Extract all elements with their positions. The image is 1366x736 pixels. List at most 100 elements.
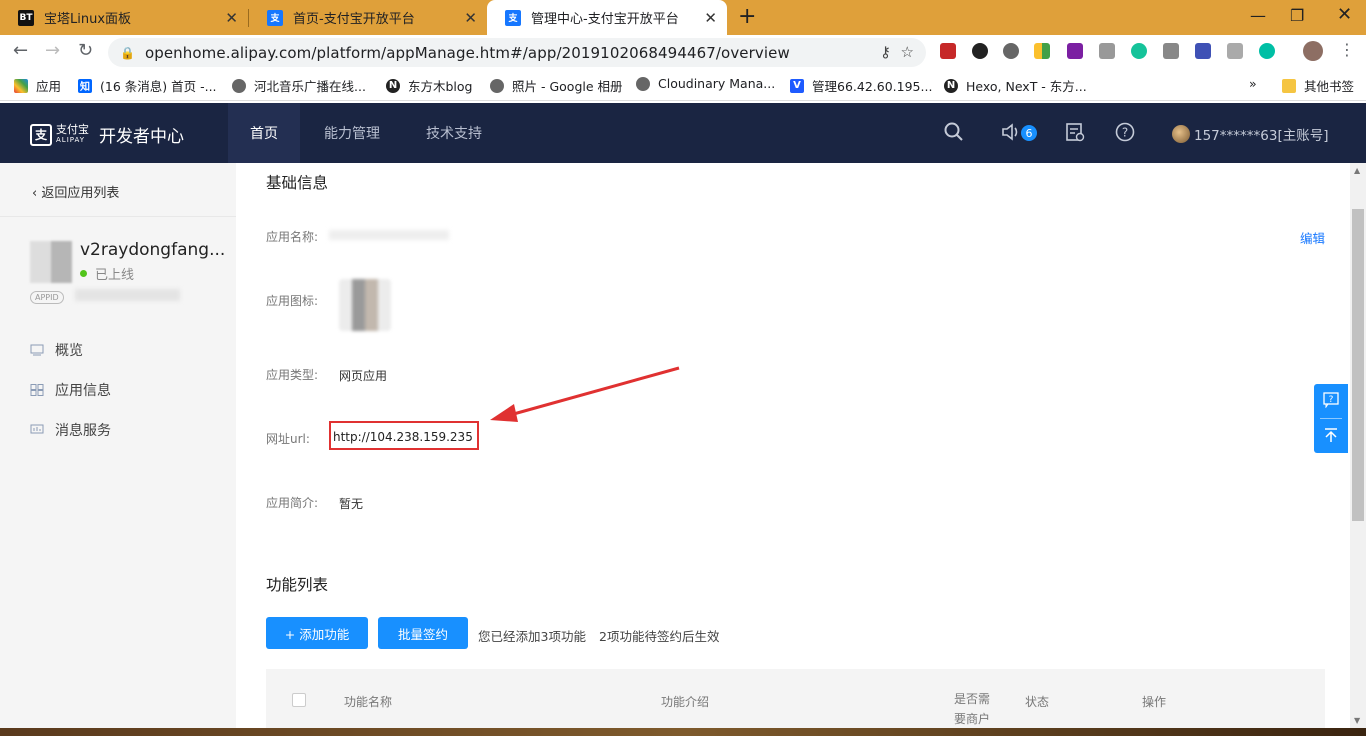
globe-icon <box>636 76 650 91</box>
extension-icon[interactable] <box>1067 43 1083 59</box>
url-highlight-box: http://104.238.159.235 <box>329 421 479 450</box>
back-to-app-list[interactable]: ‹ 返回应用列表 <box>32 182 119 201</box>
browser-tabstrip: BT 宝塔Linux面板 ✕ 支 首页-支付宝开放平台 ✕ 支 管理中心-支付宝… <box>0 0 1366 35</box>
account-menu[interactable]: 157******63[主账号] <box>1172 124 1328 144</box>
bookmark-other[interactable]: 其他书签 <box>1282 76 1354 95</box>
pending-sign-note: 2项功能待签约后生效 <box>599 629 720 644</box>
extension-icon[interactable] <box>972 43 988 59</box>
extension-icon[interactable] <box>1259 43 1275 59</box>
bookmark-blog[interactable]: N 东方木blog <box>386 76 473 95</box>
alipay-logo[interactable]: 支 支付宝 ALIPAY 开发者中心 <box>30 122 184 147</box>
bookmark-label: 东方木blog <box>408 79 473 94</box>
sidebar-item-overview[interactable]: 概览 <box>30 340 83 360</box>
back-arrow-icon[interactable]: ← <box>13 40 28 61</box>
status-dot-icon <box>80 270 87 277</box>
close-icon[interactable]: ✕ <box>704 9 717 27</box>
nav-home[interactable]: 首页 <box>228 103 300 163</box>
extension-icon[interactable] <box>1034 43 1050 59</box>
extension-icon[interactable] <box>1163 43 1179 59</box>
maximize-icon[interactable]: ❐ <box>1290 6 1304 25</box>
bookmark-radio[interactable]: 河北音乐广播在线... <box>232 76 366 95</box>
notion-icon: N <box>944 78 958 93</box>
bookmark-label: Cloudinary Mana... <box>658 76 776 91</box>
sidebar: ‹ 返回应用列表 v2raydongfang... 已上线 APPID 概览 应… <box>0 163 236 736</box>
bookmark-photos[interactable]: 照片 - Google 相册 <box>490 76 623 95</box>
nav-support[interactable]: 技术支持 <box>426 103 482 163</box>
search-icon[interactable] <box>944 122 964 147</box>
column-header: 功能名称 <box>344 695 393 709</box>
feedback-icon[interactable]: ? <box>1323 392 1339 412</box>
menu-kebab-icon[interactable]: ⋮ <box>1339 40 1355 59</box>
tab-label: 宝塔Linux面板 <box>44 12 132 27</box>
alipay-logo-icon: 支 <box>30 123 52 146</box>
address-bar[interactable]: 🔒 openhome.alipay.com/platform/appManage… <box>108 38 926 67</box>
edit-link[interactable]: 编辑 <box>1300 228 1325 247</box>
extension-icon[interactable] <box>1131 43 1147 59</box>
sidebar-item-message[interactable]: 消息服务 <box>30 420 111 440</box>
lock-icon: 🔒 <box>120 45 135 60</box>
batch-sign-button[interactable]: 批量签约 <box>378 617 468 649</box>
add-feature-button[interactable]: + 添加功能 <box>266 617 368 649</box>
close-icon[interactable]: ✕ <box>225 9 238 27</box>
bookmark-label: 管理66.42.60.195... <box>812 79 933 94</box>
app-name-label: 应用名称: <box>266 230 319 244</box>
speaker-icon[interactable] <box>1000 122 1020 147</box>
key-star-icons[interactable]: ⚷ ☆ <box>880 43 914 61</box>
document-icon[interactable] <box>1065 122 1085 147</box>
select-all-checkbox[interactable] <box>292 693 306 707</box>
window-close-icon[interactable]: ✕ <box>1337 4 1352 25</box>
notification-badge: 6 <box>1021 125 1037 141</box>
basic-info-title: 基础信息 <box>266 174 329 192</box>
scroll-down-icon[interactable]: ▼ <box>1354 716 1360 725</box>
extension-icon[interactable] <box>1195 43 1211 59</box>
reload-icon[interactable]: ↻ <box>78 40 93 61</box>
bookmark-vultr[interactable]: V 管理66.42.60.195... <box>790 76 932 95</box>
bookmark-label: 照片 - Google 相册 <box>512 79 623 94</box>
avatar <box>1172 125 1190 143</box>
bookmark-label: 其他书签 <box>1304 79 1355 94</box>
apps-grid-icon <box>14 78 28 93</box>
new-tab-icon[interactable]: + <box>738 4 756 29</box>
minimize-icon[interactable]: — <box>1250 6 1266 25</box>
bookmark-label: 河北音乐广播在线... <box>254 79 366 94</box>
bookmark-zhihu[interactable]: 知 (16 条消息) 首页 -... <box>78 76 217 95</box>
bookmarks-bar: 应用 知 (16 条消息) 首页 -... 河北音乐广播在线... N 东方木b… <box>0 70 1366 101</box>
tab-alipay-manage[interactable]: 支 管理中心-支付宝开放平台 ✕ <box>487 0 727 35</box>
app-avatar <box>30 241 72 283</box>
annotation-arrow <box>490 366 680 422</box>
extension-icon[interactable] <box>1099 43 1115 59</box>
grid-icon <box>30 384 44 396</box>
extension-icon[interactable] <box>1003 43 1019 59</box>
scroll-up-icon[interactable]: ▲ <box>1354 166 1360 175</box>
globe-icon <box>490 78 504 93</box>
extension-icon[interactable] <box>940 43 956 59</box>
tab-bt-panel[interactable]: BT 宝塔Linux面板 ✕ <box>0 0 248 35</box>
nav-capability[interactable]: 能力管理 <box>324 103 380 163</box>
app-icon-image <box>339 279 391 331</box>
column-header: 是否需要商户 <box>954 692 991 726</box>
app-header: 支 支付宝 ALIPAY 开发者中心 首页 能力管理 技术支持 ? 157****… <box>0 103 1366 163</box>
forward-arrow-icon[interactable]: → <box>45 40 60 61</box>
tab-alipay-home[interactable]: 支 首页-支付宝开放平台 ✕ <box>249 0 487 35</box>
help-icon[interactable]: ? <box>1115 122 1135 147</box>
profile-avatar[interactable] <box>1303 41 1323 61</box>
extension-icon[interactable] <box>1227 43 1243 59</box>
url-text: openhome.alipay.com/platform/appManage.h… <box>144 43 790 62</box>
url-value: http://104.238.159.235 <box>333 430 473 444</box>
intro-value: 暂无 <box>339 497 364 511</box>
feature-count-note: 您已经添加3项功能 <box>478 629 586 644</box>
bookmark-label: 应用 <box>36 79 62 94</box>
close-icon[interactable]: ✕ <box>464 9 477 27</box>
bookmark-apps[interactable]: 应用 <box>14 76 61 95</box>
bookmark-hexo[interactable]: N Hexo, NexT - 东方... <box>944 76 1087 95</box>
svg-text:?: ? <box>1329 395 1334 405</box>
scrollbar-thumb[interactable] <box>1352 209 1364 521</box>
bookmarks-overflow-icon[interactable]: » <box>1249 76 1257 91</box>
page-scrollbar[interactable]: ▲ ▼ <box>1350 163 1366 736</box>
bt-favicon-icon: BT <box>18 9 34 26</box>
bookmark-cloudinary[interactable]: Cloudinary Mana... <box>636 76 775 91</box>
back-to-top-icon[interactable] <box>1323 427 1339 447</box>
appid-value-redacted <box>75 289 180 301</box>
sidebar-item-app-info[interactable]: 应用信息 <box>30 380 111 400</box>
logo-wordmark: 支付宝 ALIPAY <box>56 122 89 144</box>
